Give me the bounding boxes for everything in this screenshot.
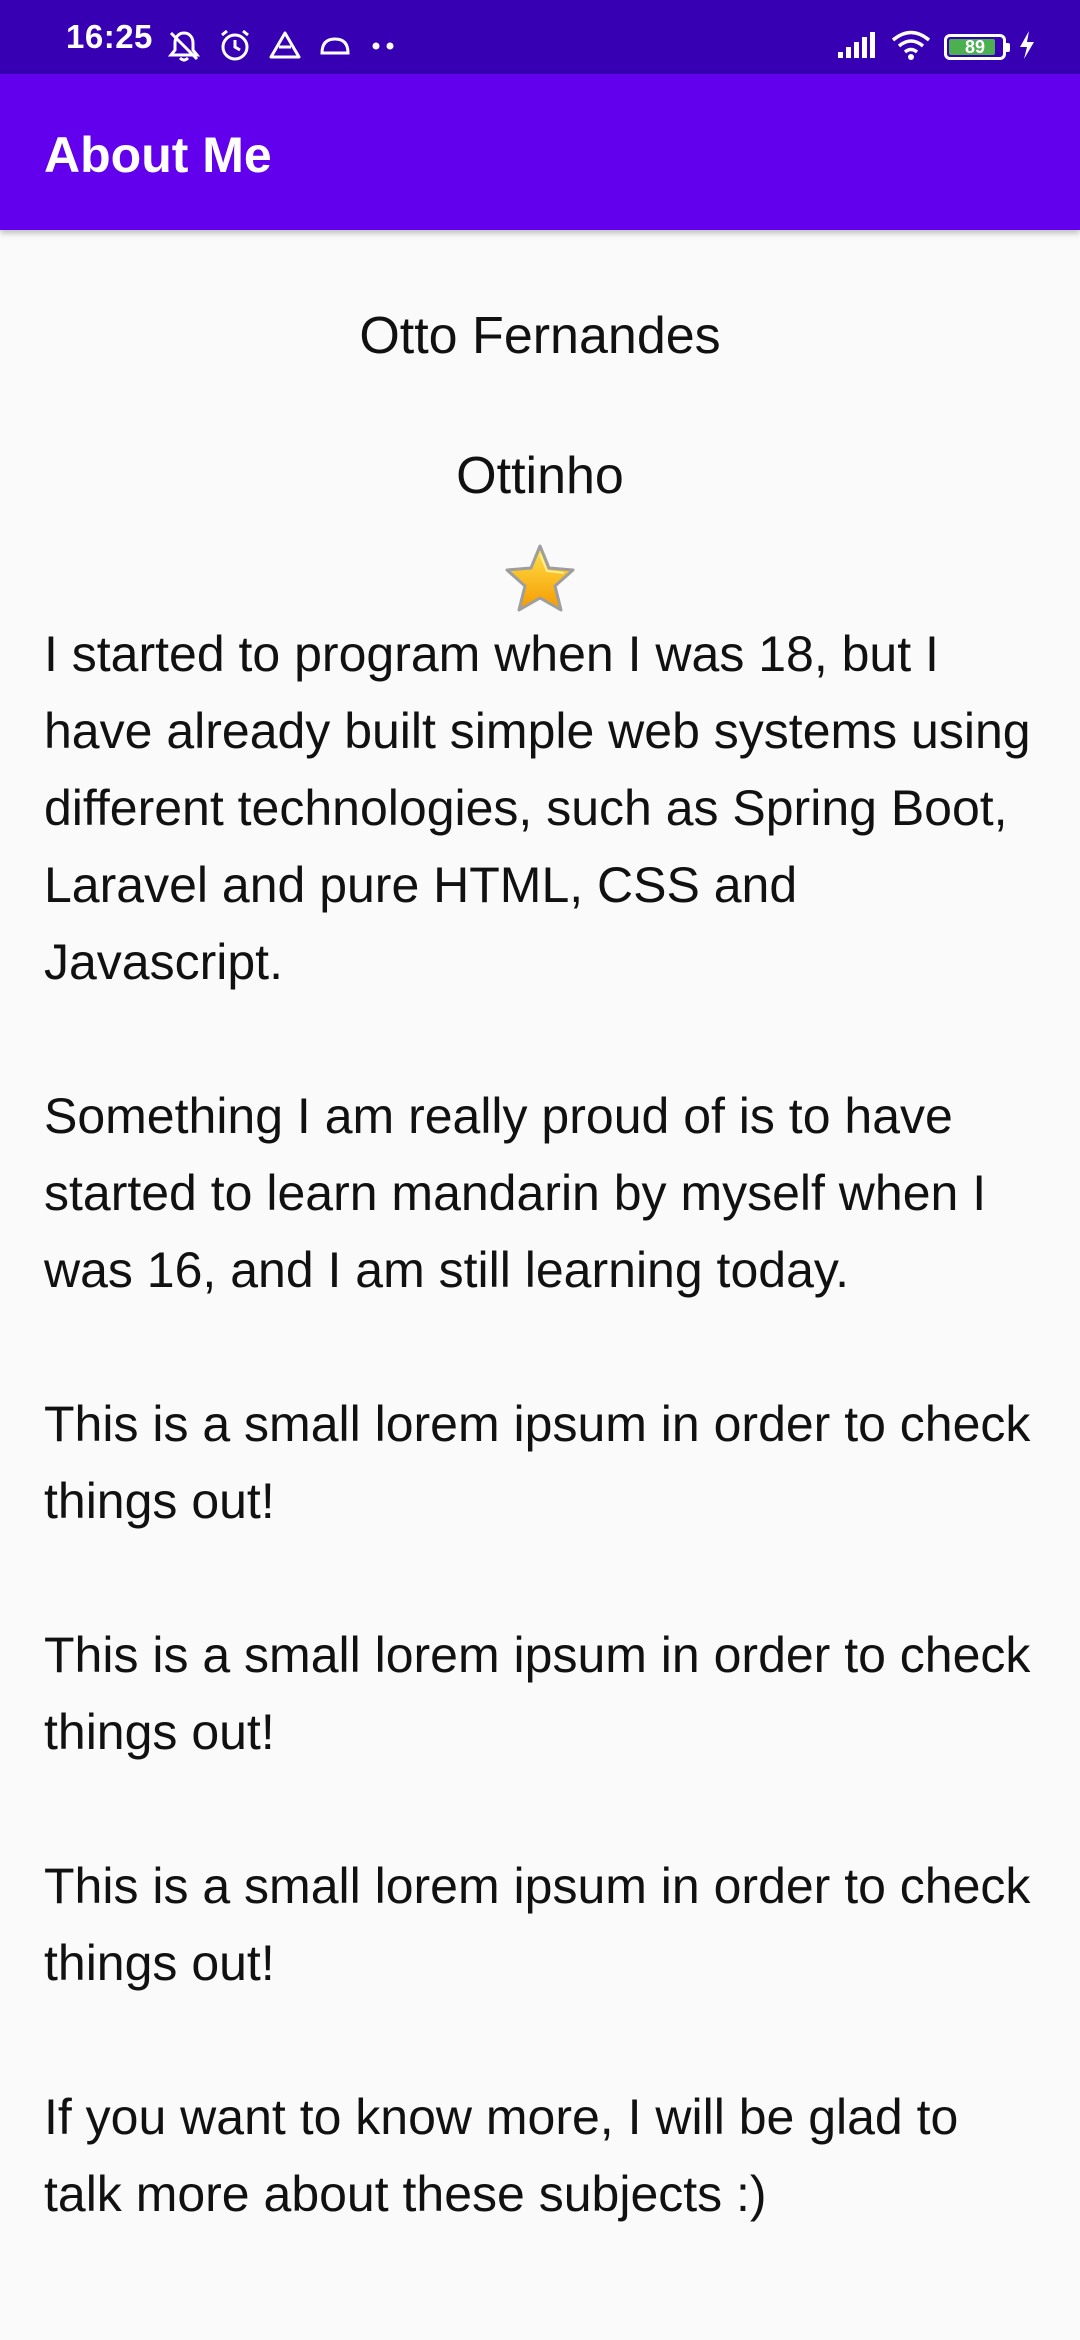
profile-content: Otto Fernandes Ottinho I started to prog… [44, 230, 1036, 2310]
bio-paragraph: This is a small lorem ipsum in order to … [44, 1627, 1031, 1760]
wifi-icon [890, 29, 932, 66]
app-bar: About Me [0, 74, 1080, 230]
profile-name: Otto Fernandes [359, 307, 721, 365]
bio-paragraph: If you want to know more, I will be glad… [44, 2089, 959, 2222]
mute-icon [166, 29, 202, 63]
bio-paragraph: Something I am really proud of is to hav… [44, 1088, 987, 1298]
more-dots-icon [368, 40, 398, 52]
status-time: 16:25 [66, 18, 153, 55]
charging-icon [1018, 30, 1036, 65]
drive-icon [268, 30, 302, 62]
bio-paragraph: This is a small lorem ipsum in order to … [44, 1858, 1031, 1991]
bio-paragraph: I started to program when I was 18, but … [44, 626, 1031, 990]
cloud-icon [318, 33, 352, 59]
battery-icon: 89 [944, 34, 1010, 60]
bio-text: I started to program when I was 18, but … [44, 616, 1036, 2233]
star-container [44, 542, 1036, 616]
status-bar: 16:25 89 [0, 0, 1080, 74]
status-icons-left [166, 26, 398, 66]
signal-icon [836, 30, 878, 65]
bio-paragraph: This is a small lorem ipsum in order to … [44, 1396, 1031, 1529]
status-icons-right: 89 [836, 27, 1036, 67]
battery-level: 89 [964, 36, 986, 57]
alarm-icon [218, 29, 252, 63]
profile-nickname: Ottinho [456, 447, 624, 505]
app-title: About Me [44, 127, 272, 183]
